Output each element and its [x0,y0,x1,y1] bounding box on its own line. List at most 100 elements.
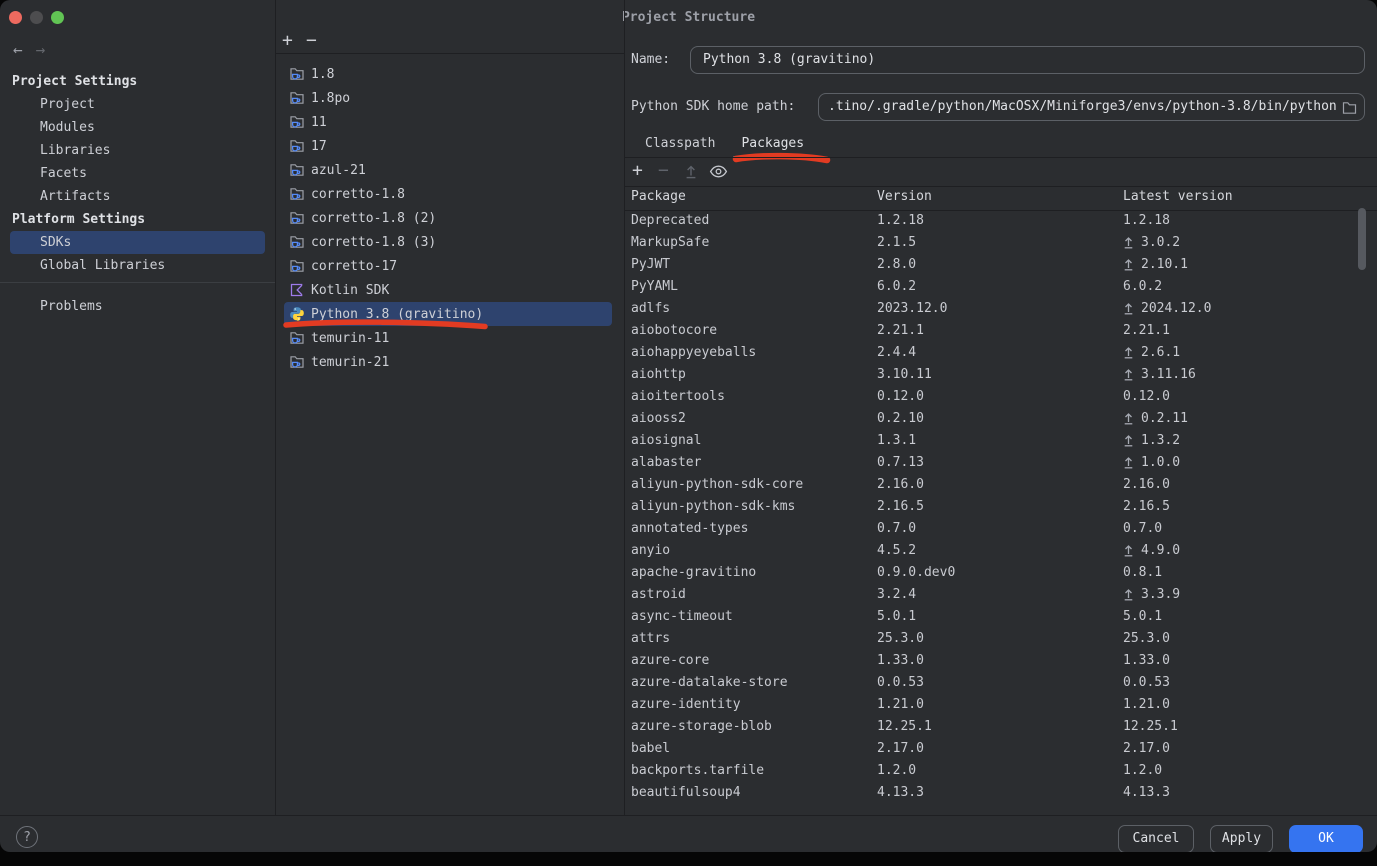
remove-package-button[interactable]: − [658,160,669,182]
sdk-item-17[interactable]: 17 [276,134,624,158]
help-button[interactable]: ? [16,826,38,848]
table-row[interactable]: Deprecated1.2.181.2.18 [625,211,1377,233]
column-header-version[interactable]: Version [877,189,932,204]
sdk-item-azul-21[interactable]: azul-21 [276,158,624,182]
eye-icon[interactable] [709,164,728,179]
sdk-item-temurin-11[interactable]: temurin-11 [276,326,624,350]
table-row[interactable]: aiobotocore2.21.12.21.1 [625,321,1377,343]
sdk-name-value: Python 3.8 (gravitino) [691,47,1364,73]
table-row[interactable]: azure-identity1.21.01.21.0 [625,695,1377,717]
table-row[interactable]: attrs25.3.025.3.0 [625,629,1377,651]
table-row[interactable]: aiosignal1.3.11.3.2 [625,431,1377,453]
sdk-item-python-3-8-gravitino[interactable]: Python 3.8 (gravitino) [284,302,612,326]
forward-arrow-icon[interactable]: → [36,40,46,59]
package-name: azure-storage-blob [631,719,772,734]
table-row[interactable]: beautifulsoup44.13.34.13.3 [625,783,1377,805]
table-row[interactable]: azure-core1.33.01.33.0 [625,651,1377,673]
latest-version-text: 0.7.0 [1123,521,1162,536]
package-version: 2.8.0 [877,257,916,272]
table-row[interactable]: apache-gravitino0.9.0.dev00.8.1 [625,563,1377,585]
sdk-item-kotlin-sdk[interactable]: Kotlin SDK [276,278,624,302]
table-row[interactable]: aioitertools0.12.00.12.0 [625,387,1377,409]
table-row[interactable]: annotated-types0.7.00.7.0 [625,519,1377,541]
sdk-item-label: temurin-21 [311,355,389,370]
sidebar-item-modules[interactable]: Modules [0,116,275,139]
sdk-item-1-8po[interactable]: 1.8po [276,86,624,110]
upgrade-arrow-icon [1123,258,1134,271]
table-row[interactable]: azure-datalake-store0.0.530.0.53 [625,673,1377,695]
ok-button[interactable]: OK [1289,825,1363,852]
sdk-item-temurin-21[interactable]: temurin-21 [276,350,624,374]
table-row[interactable]: MarkupSafe2.1.53.0.2 [625,233,1377,255]
sdk-item-corretto-17[interactable]: corretto-17 [276,254,624,278]
table-row[interactable]: astroid3.2.43.3.9 [625,585,1377,607]
sdk-item-1-8[interactable]: 1.8 [276,62,624,86]
sdk-name-input[interactable]: Python 3.8 (gravitino) [690,46,1365,74]
sidebar-item-sdks[interactable]: SDKs [10,231,265,254]
sdk-item-corretto-1-8-2[interactable]: corretto-1.8 (2) [276,206,624,230]
table-row[interactable]: aiohappyeyeballs2.4.42.6.1 [625,343,1377,365]
package-name: MarkupSafe [631,235,709,250]
add-package-button[interactable]: + [632,160,643,182]
project-structure-dialog: Project Structure ← → Project SettingsPr… [0,0,1377,852]
sidebar-item-project[interactable]: Project [0,93,275,116]
sidebar-item-global-libraries[interactable]: Global Libraries [0,254,275,277]
package-version: 4.13.3 [877,785,924,800]
remove-sdk-button[interactable]: − [306,31,317,51]
table-row[interactable]: adlfs2023.12.02024.12.0 [625,299,1377,321]
sidebar-item-problems[interactable]: Problems [0,295,275,318]
table-row[interactable]: anyio4.5.24.9.0 [625,541,1377,563]
upgrade-arrow-icon [1123,456,1134,469]
sidebar-item-artifacts[interactable]: Artifacts [0,185,275,208]
upgrade-arrow-icon [1123,588,1134,601]
sidebar-item-libraries[interactable]: Libraries [0,139,275,162]
table-row[interactable]: aiooss20.2.100.2.11 [625,409,1377,431]
java-sdk-icon [289,138,305,154]
sdk-item-label: corretto-1.8 (3) [311,235,436,250]
latest-version-text: 3.11.16 [1141,367,1196,382]
apply-button[interactable]: Apply [1210,825,1273,852]
table-row[interactable]: aliyun-python-sdk-core2.16.02.16.0 [625,475,1377,497]
table-row[interactable]: azure-storage-blob12.25.112.25.1 [625,717,1377,739]
sdk-item-corretto-1-8[interactable]: corretto-1.8 [276,182,624,206]
sdk-home-path-input[interactable]: .tino/.gradle/python/MacOSX/Miniforge3/e… [818,93,1365,121]
java-sdk-icon [289,114,305,130]
package-latest-version: 5.0.1 [1123,609,1162,624]
table-row[interactable]: aiohttp3.10.113.11.16 [625,365,1377,387]
table-scrollbar[interactable] [1358,208,1366,270]
cancel-button[interactable]: Cancel [1118,825,1194,852]
upgrade-arrow-icon [1123,236,1134,249]
upgrade-arrow-icon [1123,368,1134,381]
table-row[interactable]: aliyun-python-sdk-kms2.16.52.16.5 [625,497,1377,519]
table-row[interactable]: alabaster0.7.131.0.0 [625,453,1377,475]
java-sdk-icon [289,354,305,370]
column-header-latest-version[interactable]: Latest version [1123,189,1233,204]
column-header-package[interactable]: Package [631,189,686,204]
upload-arrow-icon[interactable] [684,164,698,179]
sdk-item-label: 1.8 [311,67,334,82]
latest-version-text: 5.0.1 [1123,609,1162,624]
package-version: 1.2.18 [877,213,924,228]
package-name: aiobotocore [631,323,717,338]
table-row[interactable]: async-timeout5.0.15.0.1 [625,607,1377,629]
back-arrow-icon[interactable]: ← [13,40,23,59]
package-name: babel [631,741,670,756]
tab-packages[interactable]: Packages [741,133,804,157]
latest-version-text: 2.21.1 [1123,323,1170,338]
package-latest-version: 2.17.0 [1123,741,1170,756]
latest-version-text: 0.2.11 [1141,411,1188,426]
latest-version-text: 25.3.0 [1123,631,1170,646]
package-latest-version: 4.9.0 [1123,543,1180,558]
sdk-item-corretto-1-8-3[interactable]: corretto-1.8 (3) [276,230,624,254]
folder-browse-icon[interactable] [1342,101,1357,115]
tab-classpath[interactable]: Classpath [645,133,715,157]
table-row[interactable]: PyYAML6.0.26.0.2 [625,277,1377,299]
add-sdk-button[interactable]: + [282,31,293,51]
table-row[interactable]: babel2.17.02.17.0 [625,739,1377,761]
sdk-item-11[interactable]: 11 [276,110,624,134]
table-row[interactable]: backports.tarfile1.2.01.2.0 [625,761,1377,783]
latest-version-text: 3.0.2 [1141,235,1180,250]
sidebar-item-facets[interactable]: Facets [0,162,275,185]
latest-version-text: 0.12.0 [1123,389,1170,404]
table-row[interactable]: PyJWT2.8.02.10.1 [625,255,1377,277]
